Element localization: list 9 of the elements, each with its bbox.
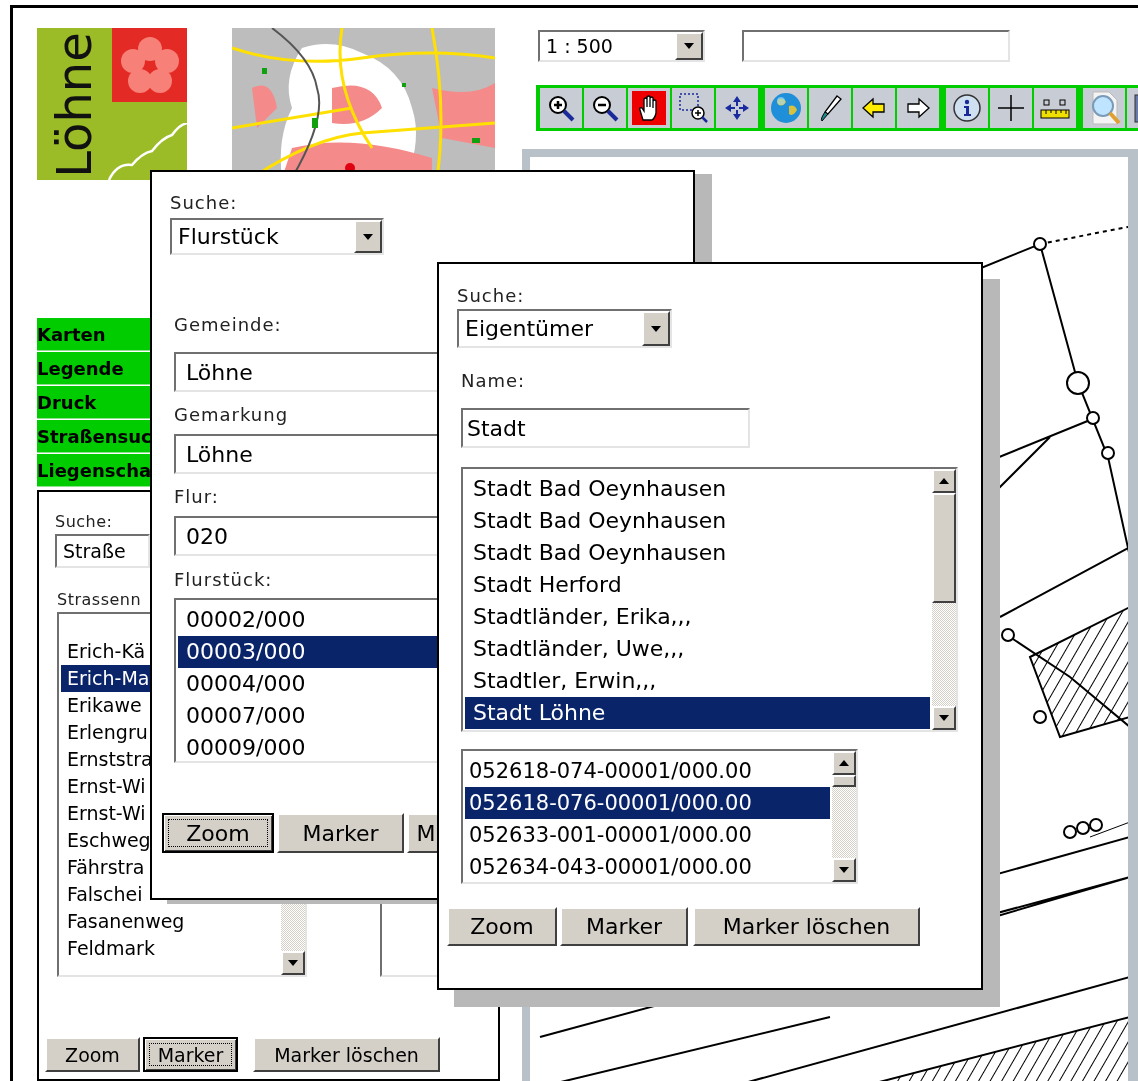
field-label: Suche: [170, 192, 238, 214]
field-label: Flurstück: [174, 569, 273, 591]
field-label: Suche: [457, 285, 525, 307]
field-label: Suche: [55, 512, 113, 532]
field-label: Strassenn [57, 590, 142, 610]
field-label: Flur: [174, 486, 219, 508]
logo-text: Löhne [51, 31, 97, 180]
field-label: Gemeinde: [174, 314, 282, 336]
field-label: Gemarkung [174, 404, 289, 426]
